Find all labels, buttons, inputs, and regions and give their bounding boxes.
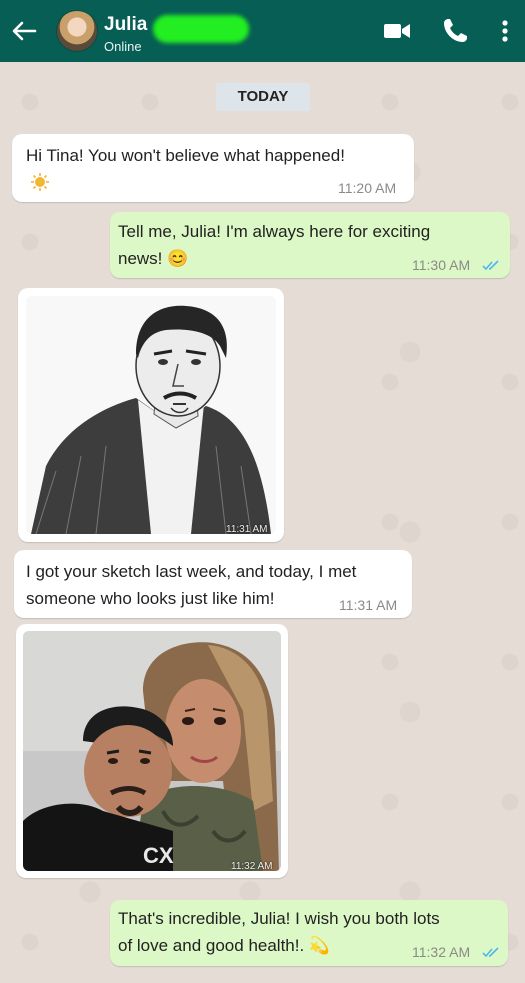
- selfie-photo-graphic: CX: [23, 631, 281, 871]
- image-time: 11:32 AM: [231, 861, 273, 871]
- message-text: Hi Tina! You won't believe what happened…: [26, 146, 345, 165]
- message-time: 11:31 AM: [339, 597, 398, 613]
- outgoing-message[interactable]: That's incredible, Julia! I wish you bot…: [110, 900, 508, 966]
- message-text-line2: someone who looks just like him!: [26, 589, 275, 608]
- read-receipt-icon: [482, 260, 499, 271]
- selfie-photo[interactable]: CX 11:32 AM: [23, 631, 281, 871]
- phone-icon[interactable]: [440, 16, 470, 46]
- message-text-line1: I got your sketch last week, and today, …: [26, 562, 357, 581]
- sun-emoji-icon: [31, 173, 49, 191]
- incoming-image-message[interactable]: CX 11:32 AM: [16, 624, 288, 878]
- message-text-line1: Tell me, Julia! I'm always here for exci…: [118, 222, 431, 241]
- message-time: 11:32 AM: [412, 944, 471, 960]
- contact-status: Online: [104, 39, 142, 54]
- message-time: 11:20 AM: [338, 180, 397, 196]
- video-call-icon[interactable]: [382, 16, 412, 46]
- incoming-image-message[interactable]: 11:31 AM: [18, 288, 284, 542]
- image-time: 11:31 AM: [226, 524, 268, 534]
- message-text-line1: That's incredible, Julia! I wish you bot…: [118, 909, 440, 928]
- more-options-icon[interactable]: [490, 16, 520, 46]
- incoming-message[interactable]: I got your sketch last week, and today, …: [14, 550, 412, 618]
- read-receipt-icon: [482, 947, 499, 958]
- sketch-image[interactable]: 11:31 AM: [26, 296, 276, 534]
- redaction-mark: [153, 15, 249, 43]
- back-arrow-icon[interactable]: [10, 17, 38, 45]
- contact-name[interactable]: Julia: [104, 14, 147, 36]
- incoming-message[interactable]: Hi Tina! You won't believe what happened…: [12, 134, 414, 202]
- contact-avatar[interactable]: [56, 10, 98, 52]
- sketch-portrait-graphic: [26, 296, 276, 534]
- outgoing-message[interactable]: Tell me, Julia! I'm always here for exci…: [110, 212, 510, 278]
- date-divider: TODAY: [216, 83, 310, 111]
- message-time: 11:30 AM: [412, 257, 471, 273]
- message-text-line2: news! 😊: [118, 249, 189, 268]
- chat-header: Julia Online: [0, 0, 525, 62]
- svg-text:CX: CX: [143, 843, 174, 868]
- message-text-line2: of love and good health!. 💫: [118, 936, 331, 955]
